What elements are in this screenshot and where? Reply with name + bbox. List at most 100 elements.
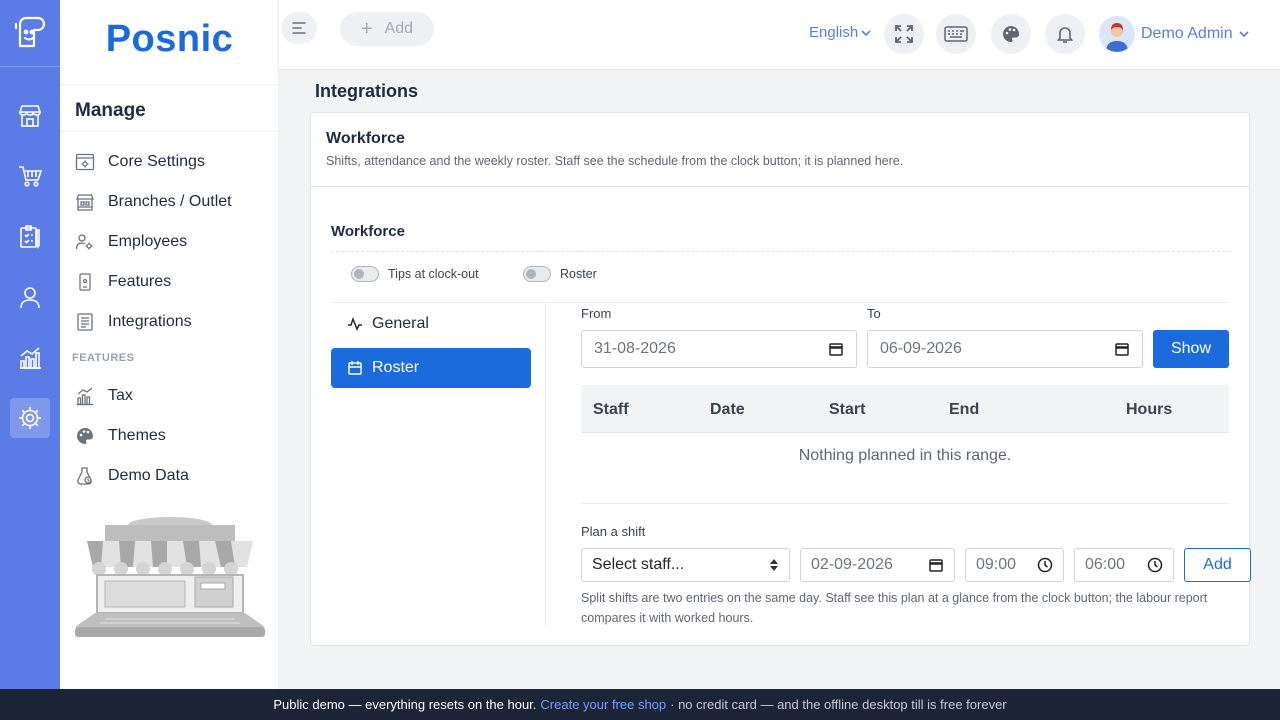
sidebar-item-features[interactable]: Features <box>75 269 171 295</box>
sidebar-item-label: Employees <box>108 233 188 250</box>
sidebar-item-label: Branches / Outlet <box>108 193 232 210</box>
card-title: Workforce <box>326 130 405 147</box>
tax-chart-icon <box>75 386 95 406</box>
toggle-switch[interactable] <box>523 266 551 282</box>
keyboard-button[interactable] <box>936 14 976 54</box>
section-title: Workforce <box>331 223 405 240</box>
chart-icon[interactable] <box>10 338 50 378</box>
sidebar-item-themes[interactable]: Themes <box>75 423 166 449</box>
roster-toggle[interactable]: Roster <box>523 266 597 282</box>
section-divider <box>331 251 1230 252</box>
vertical-divider <box>545 303 546 625</box>
column-header: Date <box>710 401 745 418</box>
palette-icon <box>75 426 95 446</box>
empty-message: Nothing planned in this range. <box>798 447 1012 464</box>
calendar-icon <box>929 559 943 572</box>
sidebar-item-employees[interactable]: Employees <box>75 229 187 255</box>
sidebar-item-tax[interactable]: Tax <box>75 383 133 409</box>
sidebar-item-branches[interactable]: Branches / Outlet <box>75 189 232 215</box>
language-selector[interactable]: English <box>809 24 871 41</box>
divider <box>581 503 1229 504</box>
sidebar-heading: Manage <box>75 100 146 121</box>
sidebar-item-label: Integrations <box>108 313 192 330</box>
column-header: Staff <box>593 401 629 418</box>
tips-toggle[interactable]: Tips at clock-out <box>351 266 479 282</box>
sidebar-item-core-settings[interactable]: Core Settings <box>75 149 205 175</box>
sidebar-item-integrations[interactable]: Integrations <box>75 309 192 335</box>
plan-help-text: Split shifts are two entries on the same… <box>581 591 1208 625</box>
activity-icon <box>348 316 362 331</box>
demo-banner: Public demo — everything resets on the h… <box>0 689 1280 720</box>
tab-label: Roster <box>372 359 420 376</box>
menu-align-icon <box>292 22 306 34</box>
tab-roster[interactable]: Roster <box>331 348 531 388</box>
notifications-button[interactable] <box>1045 14 1085 54</box>
sidebar: Posnic Manage Core Settings Branches / O… <box>60 0 279 689</box>
fullscreen-button[interactable] <box>884 14 924 54</box>
document-list-icon <box>75 312 95 332</box>
plus-icon: + <box>360 18 373 40</box>
keyboard-icon <box>944 26 968 42</box>
user-name: Demo Admin <box>1141 25 1233 42</box>
calendar-icon <box>348 361 362 375</box>
settings-icon[interactable] <box>10 398 50 438</box>
to-label: To <box>867 306 881 321</box>
tab-general[interactable]: General <box>331 304 531 344</box>
staff-select-value: Select staff... <box>592 556 685 573</box>
quick-add-button[interactable]: + Add <box>340 12 434 46</box>
date-value: 06-09-2026 <box>880 340 962 357</box>
shift-start-input[interactable]: 09:00 <box>965 548 1064 582</box>
top-bar: + Add English Demo Admin <box>279 0 1280 70</box>
toggle-switch[interactable] <box>351 266 379 282</box>
page-title: Integrations <box>315 81 419 101</box>
clipboard-icon[interactable] <box>10 217 50 257</box>
from-date-input[interactable]: 31-08-2026 <box>581 330 857 368</box>
chevron-down-icon <box>1239 31 1249 38</box>
shift-date-input[interactable]: 02-09-2026 <box>800 548 955 582</box>
shift-end-input[interactable]: 06:00 <box>1074 548 1174 582</box>
divider <box>331 302 1230 303</box>
icon-rail <box>0 0 60 689</box>
banner-text: Public demo — everything resets on the h… <box>273 697 537 712</box>
calendar-icon <box>829 343 843 356</box>
menu-toggle-button[interactable] <box>281 12 317 44</box>
sidebar-item-label: Themes <box>108 427 166 444</box>
cart-icon[interactable] <box>10 156 50 196</box>
theme-button[interactable] <box>991 14 1031 54</box>
palette-icon <box>1003 26 1019 42</box>
employees-icon <box>75 232 95 252</box>
date-value: 31-08-2026 <box>594 340 676 357</box>
store-icon[interactable] <box>10 96 50 136</box>
fullscreen-icon <box>895 25 913 43</box>
user-menu[interactable]: Demo Admin <box>1099 16 1249 52</box>
branch-store-icon <box>75 192 95 212</box>
brand-logo[interactable]: Posnic <box>60 18 279 61</box>
calendar-icon <box>1115 343 1129 356</box>
to-date-input[interactable]: 06-09-2026 <box>867 330 1143 368</box>
show-button[interactable]: Show <box>1153 330 1229 368</box>
tab-label: General <box>372 315 429 332</box>
integration-card: Workforce Shifts, attendance and the wee… <box>310 112 1251 646</box>
card-header: Workforce Shifts, attendance and the wee… <box>311 113 1249 187</box>
date-value: 02-09-2026 <box>811 556 893 573</box>
add-shift-button[interactable]: Add <box>1184 548 1251 582</box>
app-logo-icon[interactable] <box>10 12 50 52</box>
user-icon[interactable] <box>10 277 50 317</box>
create-shop-link[interactable]: Create your free shop <box>540 697 666 712</box>
banner-rest-text: · no credit card — and the offline deskt… <box>670 697 1007 712</box>
card-subtitle: Shifts, attendance and the weekly roster… <box>326 154 904 168</box>
sidebar-item-label: Demo Data <box>108 467 189 484</box>
gear-window-icon <box>75 152 95 172</box>
toggle-label: Tips at clock-out <box>388 267 479 281</box>
sidebar-divider <box>60 131 279 132</box>
sidebar-item-demo-data[interactable]: Demo Data <box>75 463 189 489</box>
from-label: From <box>581 306 612 321</box>
column-header: Hours <box>1126 401 1173 418</box>
language-label: English <box>809 24 859 41</box>
staff-select[interactable]: Select staff... <box>581 548 790 582</box>
plan-shift-label: Plan a shift <box>581 524 646 539</box>
device-icon <box>75 272 95 292</box>
sidebar-item-label: Core Settings <box>108 153 205 170</box>
shop-illustration <box>75 515 265 650</box>
column-header: End <box>949 401 980 418</box>
